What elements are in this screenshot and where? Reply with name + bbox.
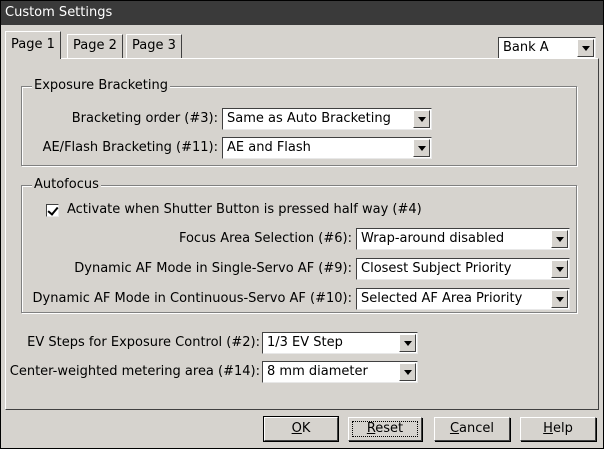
cancel-button[interactable]: Cancel xyxy=(434,417,510,441)
help-mnemonic: H xyxy=(543,421,553,436)
ev-steps-select[interactable]: 1/3 EV Step xyxy=(262,332,418,354)
metering-area-label: Center-weighted metering area (#14): xyxy=(9,364,260,379)
window-title: Custom Settings xyxy=(5,5,113,20)
metering-area-value: 8 mm diameter xyxy=(267,364,368,379)
tab-page-3[interactable]: Page 3 xyxy=(126,34,182,58)
chevron-down-icon[interactable] xyxy=(399,363,416,381)
ok-mnemonic: O xyxy=(291,421,302,436)
chevron-down-icon[interactable] xyxy=(413,110,430,128)
chevron-down-icon[interactable] xyxy=(577,39,594,57)
custom-settings-dialog: Custom Settings Page 1 Page 2 Page 3 Ban… xyxy=(0,0,604,449)
help-label-rest: elp xyxy=(552,421,573,436)
focus-area-selection-value: Wrap-around disabled xyxy=(361,231,505,246)
focus-area-selection-label: Focus Area Selection (#6): xyxy=(178,231,352,246)
bracketing-order-select[interactable]: Same as Auto Bracketing xyxy=(222,108,432,130)
chevron-down-icon[interactable] xyxy=(413,139,430,157)
ok-label-rest: K xyxy=(301,421,311,436)
tab-page-2-label: Page 2 xyxy=(73,38,117,53)
focus-area-selection-select[interactable]: Wrap-around disabled xyxy=(356,228,570,250)
reset-mnemonic: R xyxy=(366,421,376,436)
ae-flash-bracketing-label: AE/Flash Bracketing (#11): xyxy=(42,140,218,155)
tab-page-1-label: Page 1 xyxy=(11,37,55,52)
bank-select[interactable]: Bank A xyxy=(498,37,596,59)
exposure-bracketing-legend: Exposure Bracketing xyxy=(32,78,170,93)
single-servo-af-label: Dynamic AF Mode in Single-Servo AF (#9): xyxy=(74,261,352,276)
activate-half-press-label[interactable]: Activate when Shutter Button is pressed … xyxy=(67,202,422,217)
continuous-servo-af-value: Selected AF Area Priority xyxy=(361,291,523,306)
tab-page-1[interactable]: Page 1 xyxy=(5,31,61,59)
bracketing-order-label: Bracketing order (#3): xyxy=(71,111,218,126)
bank-select-value: Bank A xyxy=(503,40,549,55)
reset-button[interactable]: Reset xyxy=(348,417,422,441)
tab-page-2[interactable]: Page 2 xyxy=(67,34,123,58)
tab-page-3-label: Page 3 xyxy=(132,38,176,53)
continuous-servo-af-select[interactable]: Selected AF Area Priority xyxy=(356,288,570,310)
cancel-mnemonic: C xyxy=(449,421,460,436)
bracketing-order-value: Same as Auto Bracketing xyxy=(227,111,391,126)
cancel-label-rest: ancel xyxy=(459,421,495,436)
ae-flash-bracketing-value: AE and Flash xyxy=(227,140,311,155)
chevron-down-icon[interactable] xyxy=(551,230,568,248)
help-button[interactable]: Help xyxy=(520,417,596,441)
continuous-servo-af-label: Dynamic AF Mode in Continuous-Servo AF (… xyxy=(32,291,352,306)
tab-panel-page-1: Exposure Bracketing Bracketing order (#3… xyxy=(5,58,599,410)
chevron-down-icon[interactable] xyxy=(551,260,568,278)
single-servo-af-select[interactable]: Closest Subject Priority xyxy=(356,258,570,280)
autofocus-legend: Autofocus xyxy=(32,177,101,192)
metering-area-select[interactable]: 8 mm diameter xyxy=(262,361,418,383)
ev-steps-value: 1/3 EV Step xyxy=(267,335,343,350)
chevron-down-icon[interactable] xyxy=(551,290,568,308)
title-bar: Custom Settings xyxy=(1,1,603,25)
chevron-down-icon[interactable] xyxy=(399,334,416,352)
reset-label-rest: eset xyxy=(375,421,404,436)
activate-half-press-checkbox[interactable] xyxy=(46,204,59,217)
ok-button[interactable]: OK xyxy=(263,416,339,442)
ev-steps-label: EV Steps for Exposure Control (#2): xyxy=(27,335,260,350)
ae-flash-bracketing-select[interactable]: AE and Flash xyxy=(222,137,432,159)
single-servo-af-value: Closest Subject Priority xyxy=(361,261,512,276)
